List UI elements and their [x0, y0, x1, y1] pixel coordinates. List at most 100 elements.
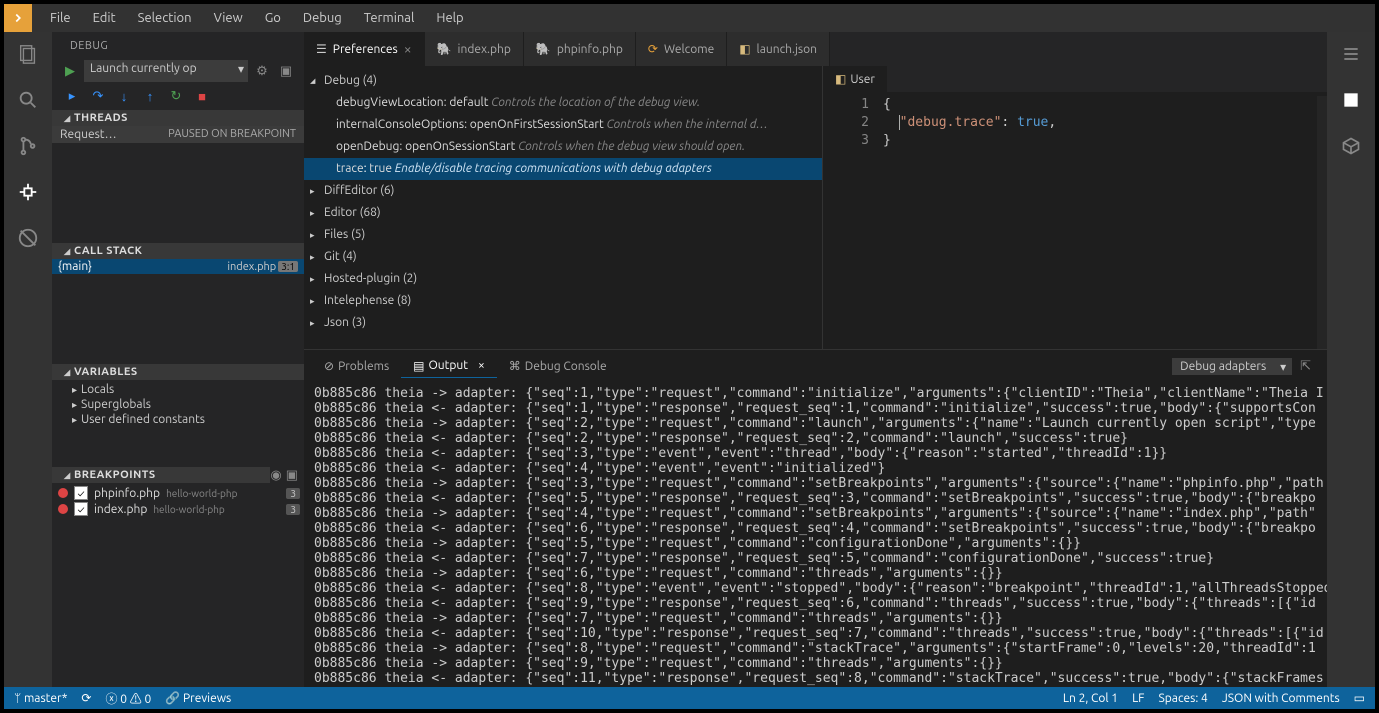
menu-debug[interactable]: Debug: [293, 7, 352, 29]
panel-tab-problems[interactable]: ⊘Problems: [312, 355, 401, 377]
toggle-breakpoints-icon[interactable]: ◉: [270, 468, 281, 483]
breakpoint-checkbox[interactable]: ✓: [74, 486, 88, 500]
output-channel-select[interactable]: Debug adapters: [1172, 358, 1292, 375]
sync-icon[interactable]: ⟳: [81, 691, 91, 705]
panel-tab-label: Debug Console: [525, 360, 607, 373]
output-view: 0b885c86 theia -> adapter: {"seq":1,"typ…: [304, 382, 1327, 687]
tab-label: Welcome: [664, 43, 714, 56]
search-icon[interactable]: [14, 86, 42, 114]
pref-val: openOnFirstSessionStart: [470, 118, 604, 131]
stop-button[interactable]: ■: [194, 88, 210, 104]
pref-item[interactable]: debugViewLocation: default Controls the …: [304, 92, 822, 114]
menu-terminal[interactable]: Terminal: [354, 7, 425, 29]
continue-button[interactable]: ▸: [64, 88, 80, 104]
references-icon[interactable]: [1337, 86, 1365, 114]
breakpoint-file: index.php: [94, 503, 147, 516]
callstack-header[interactable]: CALL STACK: [52, 243, 304, 259]
menu-selection[interactable]: Selection: [128, 7, 202, 29]
language-mode[interactable]: JSON with Comments: [1222, 692, 1340, 705]
outline-icon[interactable]: [1337, 40, 1365, 68]
debug-icon[interactable]: [14, 178, 42, 206]
stack-frame[interactable]: {main} index.php3:1: [52, 259, 304, 274]
window-icon[interactable]: ▭: [1354, 691, 1365, 705]
eol-status[interactable]: LF: [1132, 692, 1144, 705]
remove-all-breakpoints-icon[interactable]: ▣: [286, 468, 298, 483]
close-icon[interactable]: ×: [404, 41, 412, 57]
pref-group[interactable]: Hosted-plugin (2): [304, 268, 822, 290]
extensions-icon[interactable]: [14, 224, 42, 252]
scm-icon[interactable]: [14, 132, 42, 160]
step-over-button[interactable]: ↷: [90, 88, 106, 104]
editor-tab[interactable]: ◧launch.json: [727, 32, 830, 66]
gear-icon[interactable]: ⚙: [252, 61, 272, 81]
panel-tab-icon: ▤: [413, 359, 424, 373]
variable-scope[interactable]: Superglobals: [52, 397, 304, 412]
menu-edit[interactable]: Edit: [83, 7, 126, 29]
tab-label: Preferences: [333, 43, 398, 56]
close-icon[interactable]: ×: [478, 359, 485, 372]
pref-group[interactable]: Files (5): [304, 224, 822, 246]
panel-tab-label: Output: [429, 359, 468, 372]
minimap[interactable]: [1317, 96, 1327, 349]
restart-button[interactable]: ↻: [168, 88, 184, 104]
variable-scope[interactable]: User defined constants: [52, 412, 304, 427]
panel-tab-debug-console[interactable]: ⌘Debug Console: [497, 355, 619, 377]
breakpoint-row[interactable]: ✓index.phphello-world-php3: [52, 501, 304, 517]
step-out-button[interactable]: ↑: [142, 88, 158, 104]
pref-key: openDebug: [336, 140, 399, 153]
user-settings-tab[interactable]: ◧ User: [823, 66, 887, 92]
indent-status[interactable]: Spaces: 4: [1158, 692, 1207, 705]
menu-help[interactable]: Help: [426, 7, 473, 29]
editor-tab[interactable]: ⟳Welcome: [636, 32, 727, 66]
breakpoint-checkbox[interactable]: ✓: [74, 502, 88, 516]
menu-view[interactable]: View: [204, 7, 253, 29]
frame-pos: 3:1: [278, 261, 298, 272]
pref-group[interactable]: DiffEditor (6): [304, 180, 822, 202]
editor-tab[interactable]: ☰Preferences×: [304, 32, 425, 66]
variables-header[interactable]: VARIABLES: [52, 364, 304, 380]
pref-group[interactable]: Git (4): [304, 246, 822, 268]
editor-tab[interactable]: 🐘index.php: [425, 32, 524, 66]
git-branch[interactable]: ᛘ master*: [14, 692, 67, 705]
pref-item[interactable]: internalConsoleOptions: openOnFirstSessi…: [304, 114, 822, 136]
step-into-button[interactable]: ↓: [116, 88, 132, 104]
explorer-icon[interactable]: [14, 40, 42, 68]
editor-tab[interactable]: 🐘phpinfo.php: [524, 32, 636, 66]
breakpoint-dot-icon: [58, 488, 68, 498]
app-logo: [4, 4, 32, 32]
thread-row[interactable]: Request… PAUSED ON BREAKPOINT: [52, 126, 304, 143]
pref-group[interactable]: Json (3): [304, 312, 822, 334]
pref-desc: Controls the location of the debug view.: [491, 96, 700, 109]
pref-key: debugViewLocation: [336, 96, 444, 109]
pref-val: true: [369, 162, 392, 175]
breakpoint-project: hello-world-php: [166, 488, 237, 499]
sidebar-title: DEBUG: [52, 32, 304, 56]
debug-repl-icon[interactable]: ▣: [276, 61, 296, 81]
menu-go[interactable]: Go: [255, 7, 291, 29]
pref-group[interactable]: Intelephense (8): [304, 290, 822, 312]
menu-file[interactable]: File: [40, 7, 81, 29]
pref-item[interactable]: trace: true Enable/disable tracing commu…: [304, 158, 822, 180]
panel-maximize-icon[interactable]: ⇱: [1292, 359, 1319, 374]
tab-label: phpinfo.php: [557, 43, 623, 56]
pref-desc: Controls when the debug view should open…: [518, 140, 745, 153]
previews-status[interactable]: 🔗 Previews: [165, 691, 231, 705]
start-debug-button[interactable]: ▶: [60, 61, 80, 81]
panel-tab-output[interactable]: ▤ Output ×: [401, 355, 497, 378]
thread-name: Request…: [60, 128, 117, 141]
box-icon[interactable]: [1337, 132, 1365, 160]
pref-group[interactable]: Debug (4): [304, 70, 822, 92]
cursor-position[interactable]: Ln 2, Col 1: [1063, 692, 1118, 705]
breakpoints-header[interactable]: BREAKPOINTS: [52, 467, 270, 483]
threads-header[interactable]: THREADS: [52, 110, 304, 126]
problems-status[interactable]: ⓧ 0 ⚠ 0: [105, 690, 151, 707]
pref-group[interactable]: Editor (68): [304, 202, 822, 224]
pref-key: internalConsoleOptions: [336, 118, 464, 131]
breakpoint-project: hello-world-php: [153, 504, 224, 515]
launch-config-select[interactable]: Launch currently op: [84, 60, 248, 82]
pref-item[interactable]: openDebug: openOnSessionStart Controls w…: [304, 136, 822, 158]
pref-val: default: [449, 96, 488, 109]
panel-tab-label: Problems: [338, 360, 389, 373]
variable-scope[interactable]: Locals: [52, 382, 304, 397]
breakpoint-row[interactable]: ✓phpinfo.phphello-world-php3: [52, 485, 304, 501]
